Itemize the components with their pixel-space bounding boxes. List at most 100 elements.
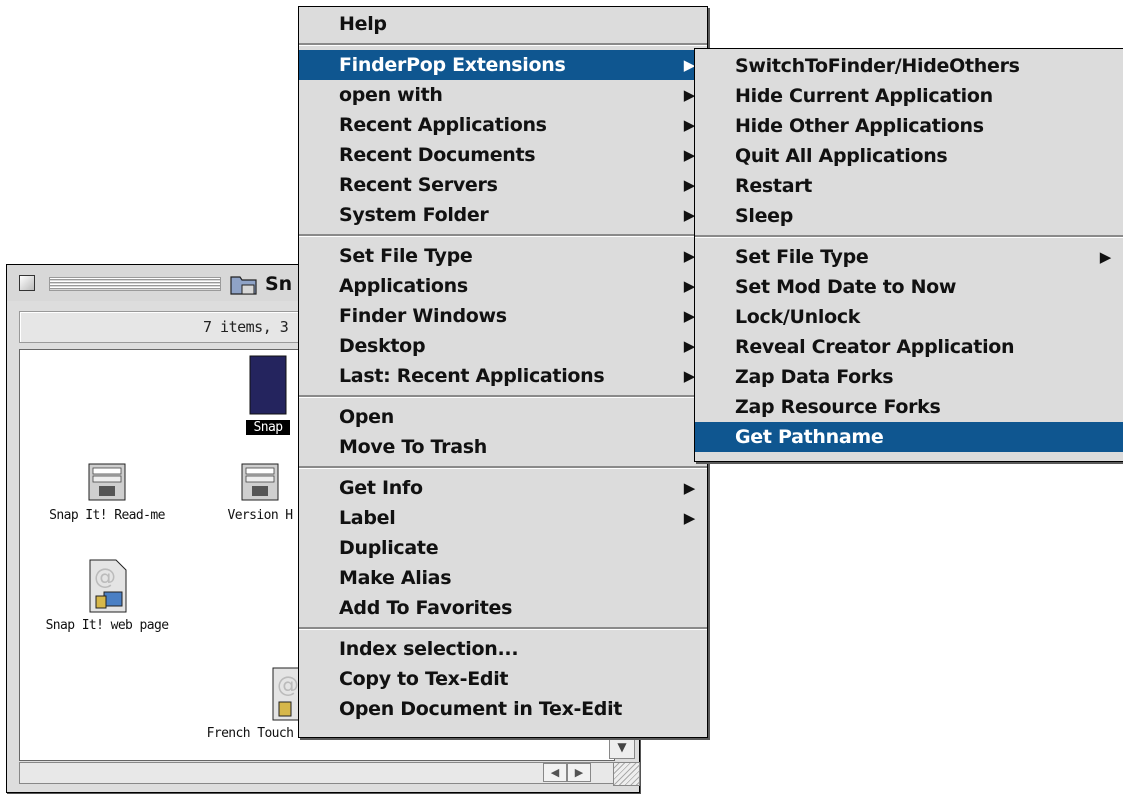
submenu-item-hide-other-applications[interactable]: Hide Other Applications — [695, 111, 1123, 141]
menu-item-duplicate[interactable]: Duplicate — [299, 533, 707, 563]
menu-item-label: Move To Trash — [339, 436, 487, 458]
menu-item-label: Duplicate — [339, 537, 439, 559]
scroll-arrows: ◀ ▶ — [543, 763, 591, 782]
menu-item-label: Make Alias — [339, 567, 452, 589]
menu-item-label: Applications — [339, 275, 468, 297]
titlebar-stripes — [49, 277, 221, 291]
menu-item-make-alias[interactable]: Make Alias — [299, 563, 707, 593]
menu-item-label: Set File Type — [339, 245, 473, 267]
menu-item-recent-documents[interactable]: Recent Documents ▶ — [299, 140, 707, 170]
menu-item-label: Label — [339, 507, 396, 529]
submenu-item-reveal-creator[interactable]: Reveal Creator Application — [695, 332, 1123, 362]
file-item-web-page[interactable]: @ Snap It! web page — [22, 558, 192, 633]
svg-text:@: @ — [94, 565, 116, 590]
scroll-right-arrow[interactable]: ▶ — [567, 763, 591, 782]
horizontal-scrollbar[interactable] — [19, 762, 615, 784]
submenu-arrow-icon: ▶ — [683, 479, 696, 497]
menu-item-label: Finder Windows — [339, 305, 507, 327]
file-label: Snap — [246, 420, 290, 435]
items-count: 7 items, 3 — [203, 318, 289, 336]
menu-item-index-selection[interactable]: Index selection... — [299, 634, 707, 664]
menu-item-label-submenu[interactable]: Label ▶ — [299, 503, 707, 533]
submenu-arrow-icon: ▶ — [1099, 248, 1112, 266]
submenu-item-zap-data-forks[interactable]: Zap Data Forks — [695, 362, 1123, 392]
menu-item-finderpop-extensions[interactable]: FinderPop Extensions ▶ — [299, 50, 707, 80]
submenu-item-switch-to-finder[interactable]: SwitchToFinder/HideOthers — [695, 51, 1123, 81]
submenu-item-sleep[interactable]: Sleep — [695, 201, 1123, 231]
menu-item-applications[interactable]: Applications ▶ — [299, 271, 707, 301]
menu-separator — [299, 466, 707, 469]
menu-item-open-document-in-tex-edit[interactable]: Open Document in Tex-Edit — [299, 694, 707, 724]
menu-item-label: Get Info — [339, 477, 423, 499]
menu-item-label: Hide Other Applications — [735, 115, 984, 137]
window-title: Sn — [265, 273, 293, 295]
menu-item-label: Quit All Applications — [735, 145, 948, 167]
submenu-item-zap-resource-forks[interactable]: Zap Resource Forks — [695, 392, 1123, 422]
menu-item-label: Reveal Creator Application — [735, 336, 1015, 358]
scroll-down-arrow[interactable]: ▼ — [609, 735, 635, 759]
menu-item-label: Recent Applications — [339, 114, 547, 136]
file-label: Snap It! Read-me — [49, 508, 165, 523]
menu-item-recent-servers[interactable]: Recent Servers ▶ — [299, 170, 707, 200]
submenu-item-hide-current-application[interactable]: Hide Current Application — [695, 81, 1123, 111]
menu-item-recent-applications[interactable]: Recent Applications ▶ — [299, 110, 707, 140]
menu-item-finder-windows[interactable]: Finder Windows ▶ — [299, 301, 707, 331]
menu-item-label: Get Pathname — [735, 426, 884, 448]
svg-text:@: @ — [277, 673, 299, 698]
menu-item-label: Help — [339, 13, 387, 35]
file-item-version-history[interactable]: Version H — [210, 462, 310, 523]
submenu-arrow-icon: ▶ — [683, 509, 696, 527]
close-box-icon[interactable] — [19, 275, 35, 291]
submenu-item-set-mod-date[interactable]: Set Mod Date to Now — [695, 272, 1123, 302]
menu-item-label: SwitchToFinder/HideOthers — [735, 55, 1020, 77]
menu-item-label: Open Document in Tex-Edit — [339, 698, 623, 720]
menu-item-label: Sleep — [735, 205, 794, 227]
finderpop-extensions-submenu: SwitchToFinder/HideOthers Hide Current A… — [694, 48, 1123, 462]
submenu-item-set-file-type[interactable]: Set File Type ▶ — [695, 242, 1123, 272]
menu-item-label: Index selection... — [339, 638, 519, 660]
menu-item-system-folder[interactable]: System Folder ▶ — [299, 200, 707, 230]
menu-item-move-to-trash[interactable]: Move To Trash — [299, 432, 707, 462]
submenu-item-get-pathname[interactable]: Get Pathname — [695, 422, 1123, 452]
submenu-item-lock-unlock[interactable]: Lock/Unlock — [695, 302, 1123, 332]
file-item-readme[interactable]: Snap It! Read-me — [22, 462, 192, 523]
menu-item-open-with[interactable]: open with ▶ — [299, 80, 707, 110]
menu-item-label: Restart — [735, 175, 813, 197]
menu-item-desktop[interactable]: Desktop ▶ — [299, 331, 707, 361]
menu-item-label: Recent Documents — [339, 144, 536, 166]
menu-separator — [299, 234, 707, 237]
context-menu: Help FinderPop Extensions ▶ open with ▶ Re… — [298, 6, 708, 738]
menu-item-label: Set Mod Date to Now — [735, 276, 957, 298]
submenu-item-restart[interactable]: Restart — [695, 171, 1123, 201]
menu-item-label: Last: Recent Applications — [339, 365, 605, 387]
menu-item-label: Open — [339, 406, 394, 428]
menu-item-label: Desktop — [339, 335, 426, 357]
menu-separator — [299, 627, 707, 630]
file-label: Version H — [227, 508, 293, 523]
menu-item-open[interactable]: Open — [299, 402, 707, 432]
document-icon — [88, 463, 126, 501]
scroll-left-arrow[interactable]: ◀ — [543, 763, 567, 782]
menu-item-last-recent-applications[interactable]: Last: Recent Applications ▶ — [299, 361, 707, 391]
menu-item-get-info[interactable]: Get Info ▶ — [299, 473, 707, 503]
menu-item-copy-to-tex-edit[interactable]: Copy to Tex-Edit — [299, 664, 707, 694]
menu-item-label: Lock/Unlock — [735, 306, 861, 328]
menu-item-label: FinderPop Extensions — [339, 54, 566, 76]
web-page-icon: @ — [89, 559, 127, 613]
menu-item-label: Zap Data Forks — [735, 366, 894, 388]
menu-separator — [695, 235, 1123, 238]
menu-item-help[interactable]: Help — [299, 9, 707, 39]
menu-separator — [299, 395, 707, 398]
menu-item-add-to-favorites[interactable]: Add To Favorites — [299, 593, 707, 623]
menu-item-label: Copy to Tex-Edit — [339, 668, 509, 690]
menu-separator — [299, 43, 707, 46]
file-label: Snap It! web page — [45, 618, 169, 633]
resize-grip-icon[interactable] — [613, 762, 640, 786]
menu-item-label: Hide Current Application — [735, 85, 993, 107]
menu-item-label: Zap Resource Forks — [735, 396, 941, 418]
folder-item-snap[interactable]: Snap — [246, 354, 290, 435]
submenu-item-quit-all-applications[interactable]: Quit All Applications — [695, 141, 1123, 171]
menu-item-label: System Folder — [339, 204, 489, 226]
document-icon — [241, 463, 279, 501]
menu-item-set-file-type[interactable]: Set File Type ▶ — [299, 241, 707, 271]
